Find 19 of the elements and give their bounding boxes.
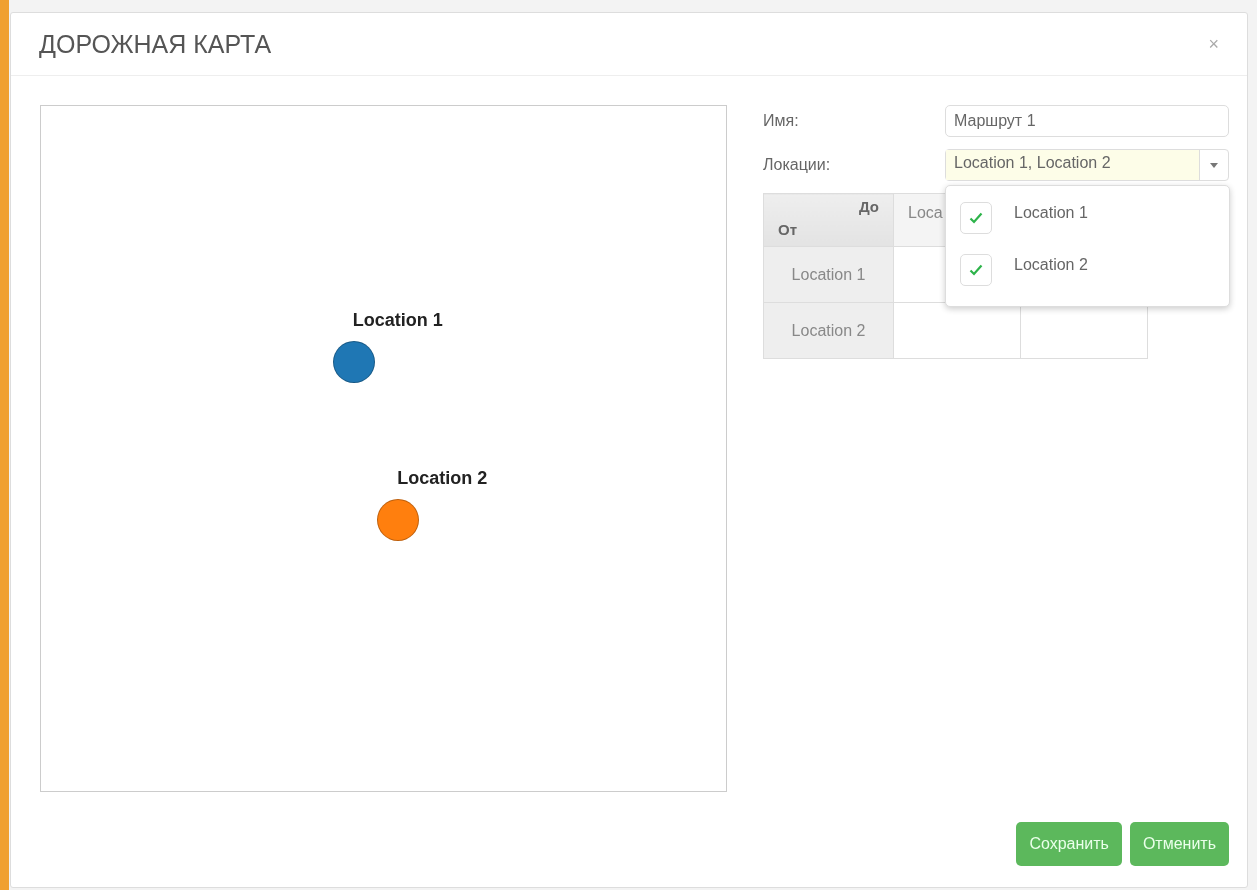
field-label: Имя: <box>763 112 800 130</box>
node-label: Location 2 <box>397 468 488 490</box>
dialog-title: ДОРОЖНАЯ КАРТА <box>39 29 272 59</box>
option-label[interactable]: Location 2 <box>1014 256 1088 274</box>
location-node[interactable] <box>332 340 375 383</box>
checkbox[interactable] <box>960 254 992 286</box>
to-label: До <box>858 198 879 215</box>
caret-icon <box>1210 162 1218 168</box>
from-label: От <box>778 221 797 238</box>
name-input-field[interactable]: Маршрут 1 <box>945 105 1229 137</box>
node-label: Location 1 <box>352 309 443 331</box>
checkmark-icon <box>969 212 983 224</box>
checkmark-icon <box>969 264 983 276</box>
row-header: Location 1 <box>763 246 894 303</box>
locations-select[interactable]: Location 1, Location 2 <box>945 149 1229 181</box>
row-header: Location 2 <box>763 302 894 359</box>
location-node[interactable] <box>377 499 420 542</box>
checkbox[interactable] <box>960 202 992 234</box>
field-label: Локации: <box>763 156 832 174</box>
